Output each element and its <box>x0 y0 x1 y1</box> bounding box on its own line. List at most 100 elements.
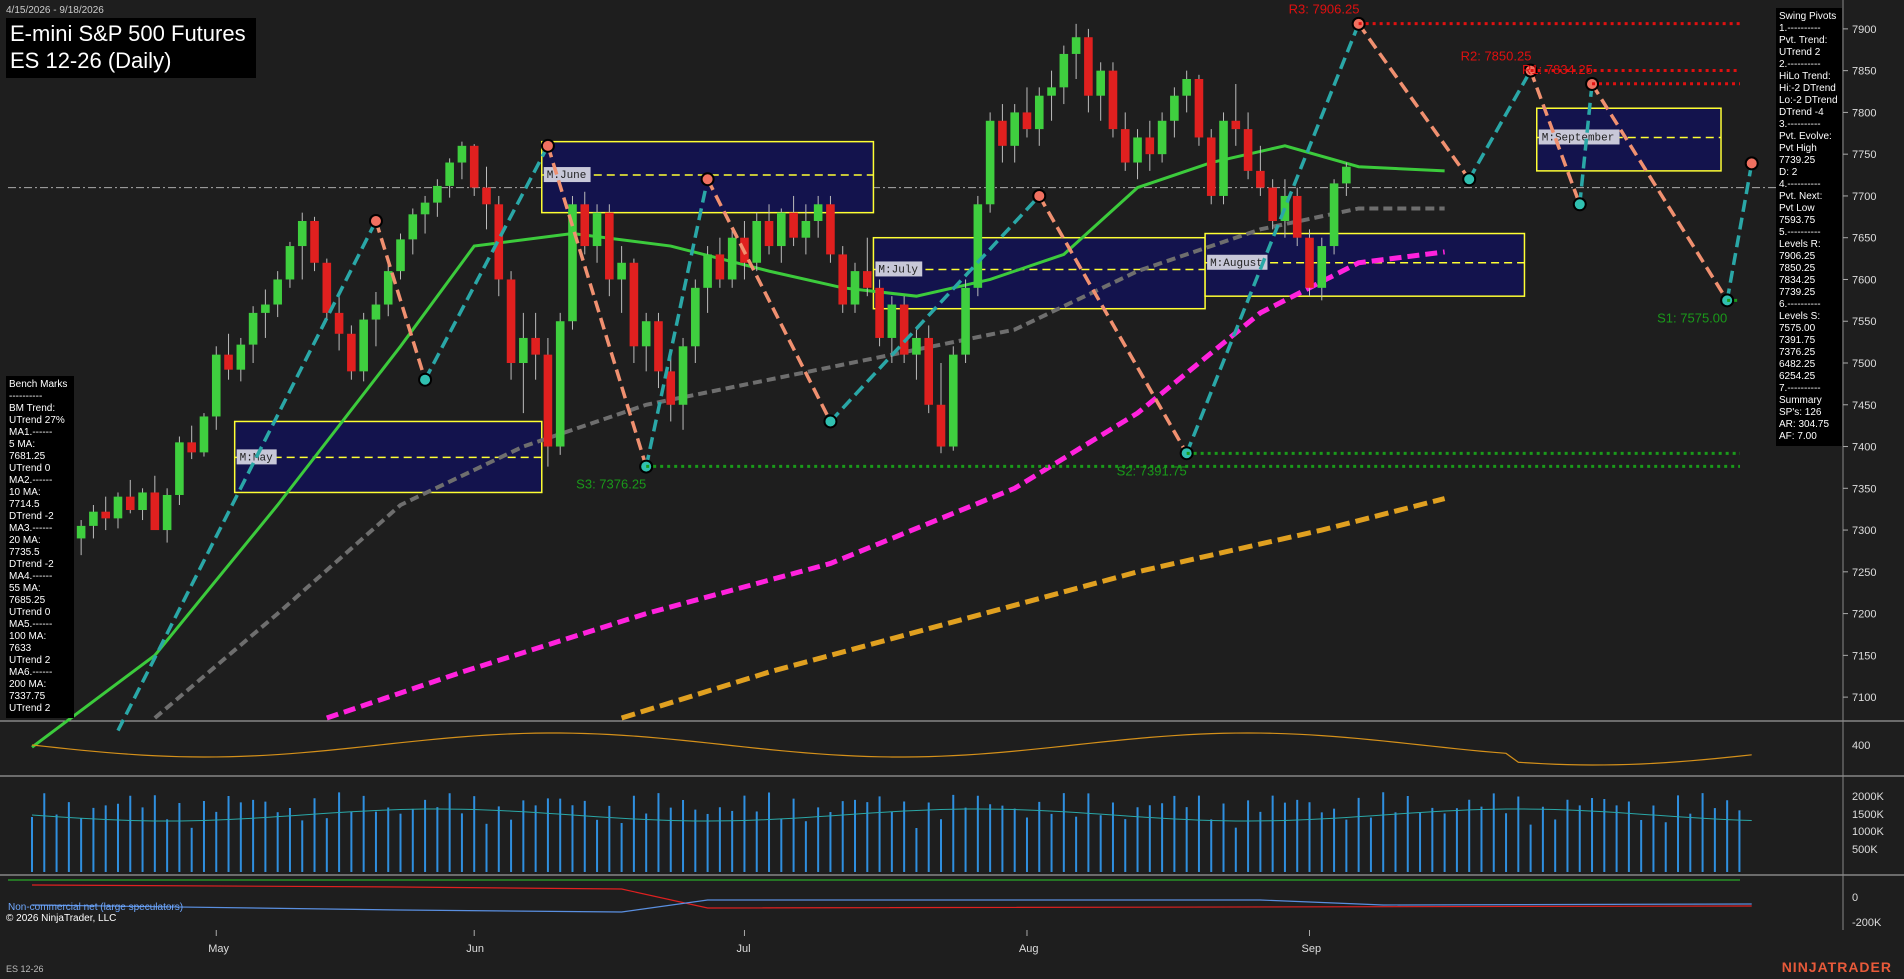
swing-pivot-line: 7834.25 <box>1779 275 1816 286</box>
candle-body <box>236 344 246 370</box>
swing-pivot-marker <box>1572 197 1587 212</box>
candle-body <box>543 354 553 447</box>
candle-body <box>629 262 639 347</box>
candle-body <box>1059 53 1069 88</box>
cot-tick-label: -200K <box>1852 917 1882 929</box>
level-label: S1: 7575.00 <box>1657 310 1727 325</box>
swing-pivot-line: UTrend 2 <box>1779 47 1821 58</box>
price-tick-label: 7850 <box>1852 66 1876 78</box>
swing-pivot-line: 7739.25 <box>1779 287 1816 298</box>
candle-body <box>862 271 872 288</box>
price-tick-label: 7350 <box>1852 483 1876 495</box>
candle-body <box>273 279 282 305</box>
swing-pivot-line: Levels S: <box>1779 311 1821 322</box>
candle-body <box>310 221 319 263</box>
candle-body <box>199 416 209 453</box>
candle-body <box>1182 79 1191 96</box>
price-chart[interactable]: 7100 7150 7200 7250 7300 7350 7400 7450 7500 7550… <box>0 0 1904 979</box>
price-tick-label: 7900 <box>1852 24 1876 36</box>
candle-body <box>1231 120 1241 130</box>
swing-leg <box>1725 163 1754 301</box>
swing-pivot-line: 7575.00 <box>1779 323 1816 334</box>
candle-body <box>1071 37 1081 54</box>
candle-body <box>666 371 676 405</box>
benchmark-line: 7337.75 <box>9 691 46 702</box>
price-tick-label: 7400 <box>1852 442 1876 454</box>
swing-leg <box>1357 22 1471 181</box>
volume-tick-label: 500K <box>1852 844 1878 856</box>
candle-body <box>789 212 798 238</box>
candle-body <box>224 354 233 370</box>
candle-body <box>1342 166 1351 184</box>
candle-body <box>482 187 491 205</box>
candle-body <box>1206 137 1216 196</box>
candle-body <box>850 271 860 305</box>
benchmark-line: UTrend 0 <box>9 463 51 474</box>
swing-pivot-marker <box>540 138 555 153</box>
candle-body <box>580 204 590 247</box>
candle-body <box>445 162 454 186</box>
candle-body <box>641 321 651 347</box>
candle-body <box>764 221 774 247</box>
candle-body <box>1317 246 1327 288</box>
benchmark-line: UTrend 2 <box>9 655 51 666</box>
benchmark-line: ---------- <box>9 391 43 402</box>
benchmark-line: 7685.25 <box>9 595 46 606</box>
swing-pivot-marker <box>1032 188 1047 203</box>
candle-body <box>555 321 565 447</box>
candle-body <box>1145 137 1155 155</box>
candle-body <box>924 337 934 405</box>
benchmarks-panel: Bench Marks ---------- BM Trend: UTrend 27%… <box>6 376 74 718</box>
swing-pivot-marker <box>700 172 715 187</box>
candle-body <box>592 212 602 247</box>
candle-body <box>752 221 762 263</box>
swing-pivot-line: AF: 7.00 <box>1779 431 1817 442</box>
benchmark-line: MA1.------ <box>9 427 53 438</box>
footer-symbol: ES 12-26 <box>6 964 44 974</box>
swing-pivot-line: 3.---------- <box>1779 119 1821 130</box>
candle-body <box>936 404 946 447</box>
candle-body <box>248 312 258 345</box>
price-tick-label: 7550 <box>1852 316 1876 328</box>
candle-body <box>396 239 405 272</box>
swing-pivot-line: 6482.25 <box>1779 359 1816 370</box>
candle-body <box>1305 237 1314 288</box>
value-area-label: M:June <box>547 170 587 182</box>
swing-pivot-marker <box>1744 156 1759 171</box>
chart-title-box: E-mini S&P 500 Futures ES 12-26 (Daily) <box>6 18 256 78</box>
swing-pivot-line: 7593.75 <box>1779 215 1816 226</box>
swing-pivot-marker <box>368 214 383 228</box>
benchmark-line: 200 MA: <box>9 679 47 690</box>
month-label: Jun <box>466 943 484 955</box>
oscillator-line <box>31 732 1752 766</box>
candle-body <box>1034 95 1044 130</box>
benchmark-line: MA4.------ <box>9 571 53 582</box>
benchmark-line: 7633 <box>9 643 32 654</box>
benchmark-line: 5 MA: <box>9 439 36 450</box>
candle-body <box>973 204 983 288</box>
month-label: Sep <box>1302 943 1322 955</box>
value-area-label: M:August <box>1210 258 1263 270</box>
candle-body <box>1010 112 1019 146</box>
candle-body <box>1096 70 1105 96</box>
candle-body <box>531 337 540 355</box>
swing-pivot-line: Swing Pivots <box>1779 11 1837 22</box>
candle-body <box>887 304 897 338</box>
volume-tick-label: 1000K <box>1852 826 1884 838</box>
level-label: R1: 7834.25 <box>1522 62 1593 77</box>
price-tick-label: 7450 <box>1852 400 1876 412</box>
candle-body <box>1133 137 1142 163</box>
benchmark-line: UTrend 0 <box>9 607 51 618</box>
price-tick-label: 7600 <box>1852 274 1876 286</box>
benchmark-line: 7681.25 <box>9 451 46 462</box>
candle-body <box>285 246 295 280</box>
value-area-box <box>872 236 1206 310</box>
benchmark-line: 55 MA: <box>9 583 41 594</box>
benchmark-line: 20 MA: <box>9 535 41 546</box>
swing-leg <box>1037 195 1189 455</box>
oscillator-tick-label: 400 <box>1852 740 1870 752</box>
month-label: May <box>208 943 229 955</box>
candle-body <box>899 304 909 355</box>
candle-body <box>125 496 135 511</box>
price-tick-label: 7300 <box>1852 525 1876 537</box>
